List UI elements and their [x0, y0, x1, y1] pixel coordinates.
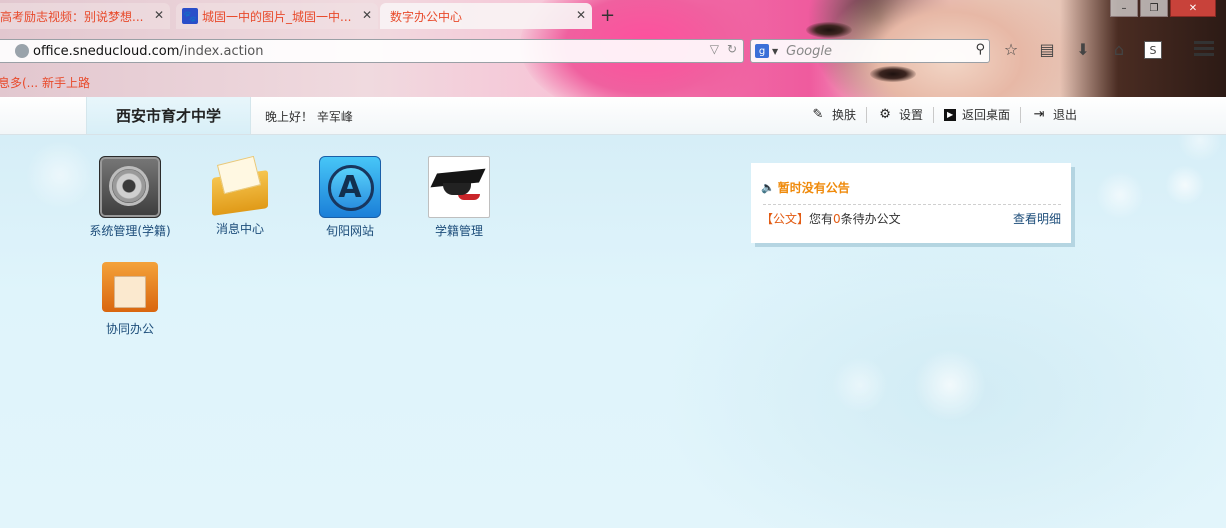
settings-button[interactable]: ⚙ 设置 — [877, 106, 923, 123]
url-domain: office.sneducloud.com — [33, 43, 180, 59]
app-student-records[interactable]: 学籍管理 — [409, 156, 509, 239]
gear-icon: ⚙ — [879, 107, 891, 122]
divider — [866, 106, 868, 123]
minimize-icon[interactable]: – — [1110, 0, 1138, 17]
pending-text-prefix: 您有 — [809, 212, 834, 226]
notice-divider — [763, 204, 1061, 205]
logout-button[interactable]: ⇥ 退出 — [1031, 106, 1077, 123]
pending-count: 0 — [833, 212, 841, 226]
s-extension-icon[interactable]: S — [1144, 41, 1162, 59]
greeting-text: 晚上好！ 辛军峰 — [265, 110, 353, 124]
school-name: 西安市育才中学 — [86, 97, 251, 134]
desktop-icon: ▶ — [944, 108, 957, 121]
app-store-icon — [319, 156, 381, 218]
divider — [933, 106, 935, 123]
hamburger-menu-icon[interactable] — [1194, 41, 1214, 59]
google-g-icon: g — [755, 44, 769, 58]
reload-icon[interactable]: ↻ — [727, 42, 737, 56]
close-icon[interactable]: ✕ — [154, 8, 164, 22]
theme-eye-right — [870, 66, 916, 82]
search-icon[interactable]: ⚲ — [975, 42, 985, 57]
skin-button[interactable]: ✎ 换肤 — [810, 106, 856, 123]
speaker-icon: 🔈 — [761, 181, 775, 194]
url-path: /index.action — [179, 43, 264, 59]
new-tab-icon[interactable]: + — [600, 5, 615, 26]
notice-title-text: 暂时没有公告 — [777, 181, 850, 195]
toolbar-icons: ☆ ▤ ⬇ ⌂ S — [1000, 38, 1162, 60]
app-label: 协同办公 — [105, 322, 154, 336]
return-desktop-button[interactable]: ▶ 返回桌面 — [944, 106, 1010, 123]
app-collaborative-office[interactable]: 协同办公 — [80, 256, 180, 337]
browser-tab-3-active[interactable]: 数字办公中心 ✕ — [380, 3, 592, 29]
app-label: 旬阳网站 — [325, 224, 374, 238]
view-details-link[interactable]: 查看明细 — [1013, 210, 1061, 227]
app-xunyang-website[interactable]: 旬阳网站 — [300, 156, 400, 239]
skin-label: 换肤 — [832, 108, 857, 122]
notice-panel: 🔈 暂时没有公告 【公文】您有0条待办公文 查看明细 — [751, 163, 1071, 243]
header-actions: ✎ 换肤 ⚙ 设置 ▶ 返回桌面 ⇥ 退出 — [810, 106, 1077, 123]
browser-chrome: 高考励志视频：别说梦想... ✕ 🐾 城固一中的图片_城固一中... ✕ 数字办… — [0, 0, 1226, 97]
notice-title: 🔈 暂时没有公告 — [761, 179, 850, 196]
search-bar[interactable]: g ▼ Google ⚲ — [750, 39, 990, 63]
app-system-management[interactable]: 系统管理(学籍) — [80, 156, 180, 239]
document-badge: 【公文】 — [761, 212, 810, 226]
browser-tab-1[interactable]: 高考励志视频：别说梦想... ✕ — [0, 3, 170, 29]
globe-icon — [15, 44, 29, 58]
mail-icon — [210, 156, 270, 216]
tab-label: 数字办公中心 — [390, 9, 463, 24]
app-message-center[interactable]: 消息中心 — [190, 156, 290, 237]
home-icon[interactable]: ⌂ — [1108, 38, 1130, 60]
logout-icon: ⇥ — [1033, 107, 1045, 122]
divider — [1020, 106, 1022, 123]
page-header: 西安市育才中学 晚上好！ 辛军峰 ✎ 换肤 ⚙ 设置 ▶ 返回桌面 ⇥ 退出 — [0, 97, 1226, 135]
window-close-icon[interactable]: ✕ — [1170, 0, 1216, 17]
download-icon[interactable]: ⬇ — [1072, 38, 1094, 60]
close-icon[interactable]: ✕ — [576, 8, 586, 22]
tab-bar: 高考励志视频：别说梦想... ✕ 🐾 城固一中的图片_城固一中... ✕ 数字办… — [0, 0, 1226, 32]
chevron-down-icon[interactable]: ▼ — [772, 47, 778, 56]
close-icon[interactable]: ✕ — [362, 8, 372, 22]
graduation-cap-icon — [428, 156, 490, 218]
app-label: 学籍管理 — [434, 224, 483, 238]
window-controls: – ❐ ✕ — [1110, 0, 1216, 17]
settings-label: 设置 — [899, 108, 924, 122]
tab-label: 城固一中的图片_城固一中... — [202, 9, 352, 24]
search-input[interactable]: Google — [786, 44, 832, 59]
skin-icon: ✎ — [812, 107, 824, 122]
system-settings-icon — [99, 156, 161, 218]
star-icon[interactable]: ☆ — [1000, 38, 1022, 60]
return-desktop-label: 返回桌面 — [962, 108, 1011, 122]
app-label: 系统管理(学籍) — [89, 224, 171, 238]
folder-tools-icon — [100, 256, 160, 316]
app-label: 消息中心 — [215, 222, 264, 236]
pending-text-suffix: 条待办公文 — [840, 212, 901, 226]
logout-label: 退出 — [1053, 108, 1078, 122]
baidu-paw-icon: 🐾 — [182, 8, 198, 24]
address-bar[interactable]: office.sneducloud.com /index.action ▽ ↻ — [0, 39, 744, 63]
tab-label: 高考励志视频：别说梦想... — [0, 9, 144, 24]
browser-tab-2[interactable]: 🐾 城固一中的图片_城固一中... ✕ — [176, 3, 378, 29]
bookmark-bar-item[interactable]: 息多(... 新手上路 — [0, 74, 90, 91]
restore-icon[interactable]: ❐ — [1140, 0, 1168, 17]
bookmark-star-dropdown-icon[interactable]: ▽ — [710, 42, 719, 56]
clipboard-icon[interactable]: ▤ — [1036, 38, 1058, 60]
pending-documents-row: 【公文】您有0条待办公文 查看明细 — [761, 210, 1061, 227]
